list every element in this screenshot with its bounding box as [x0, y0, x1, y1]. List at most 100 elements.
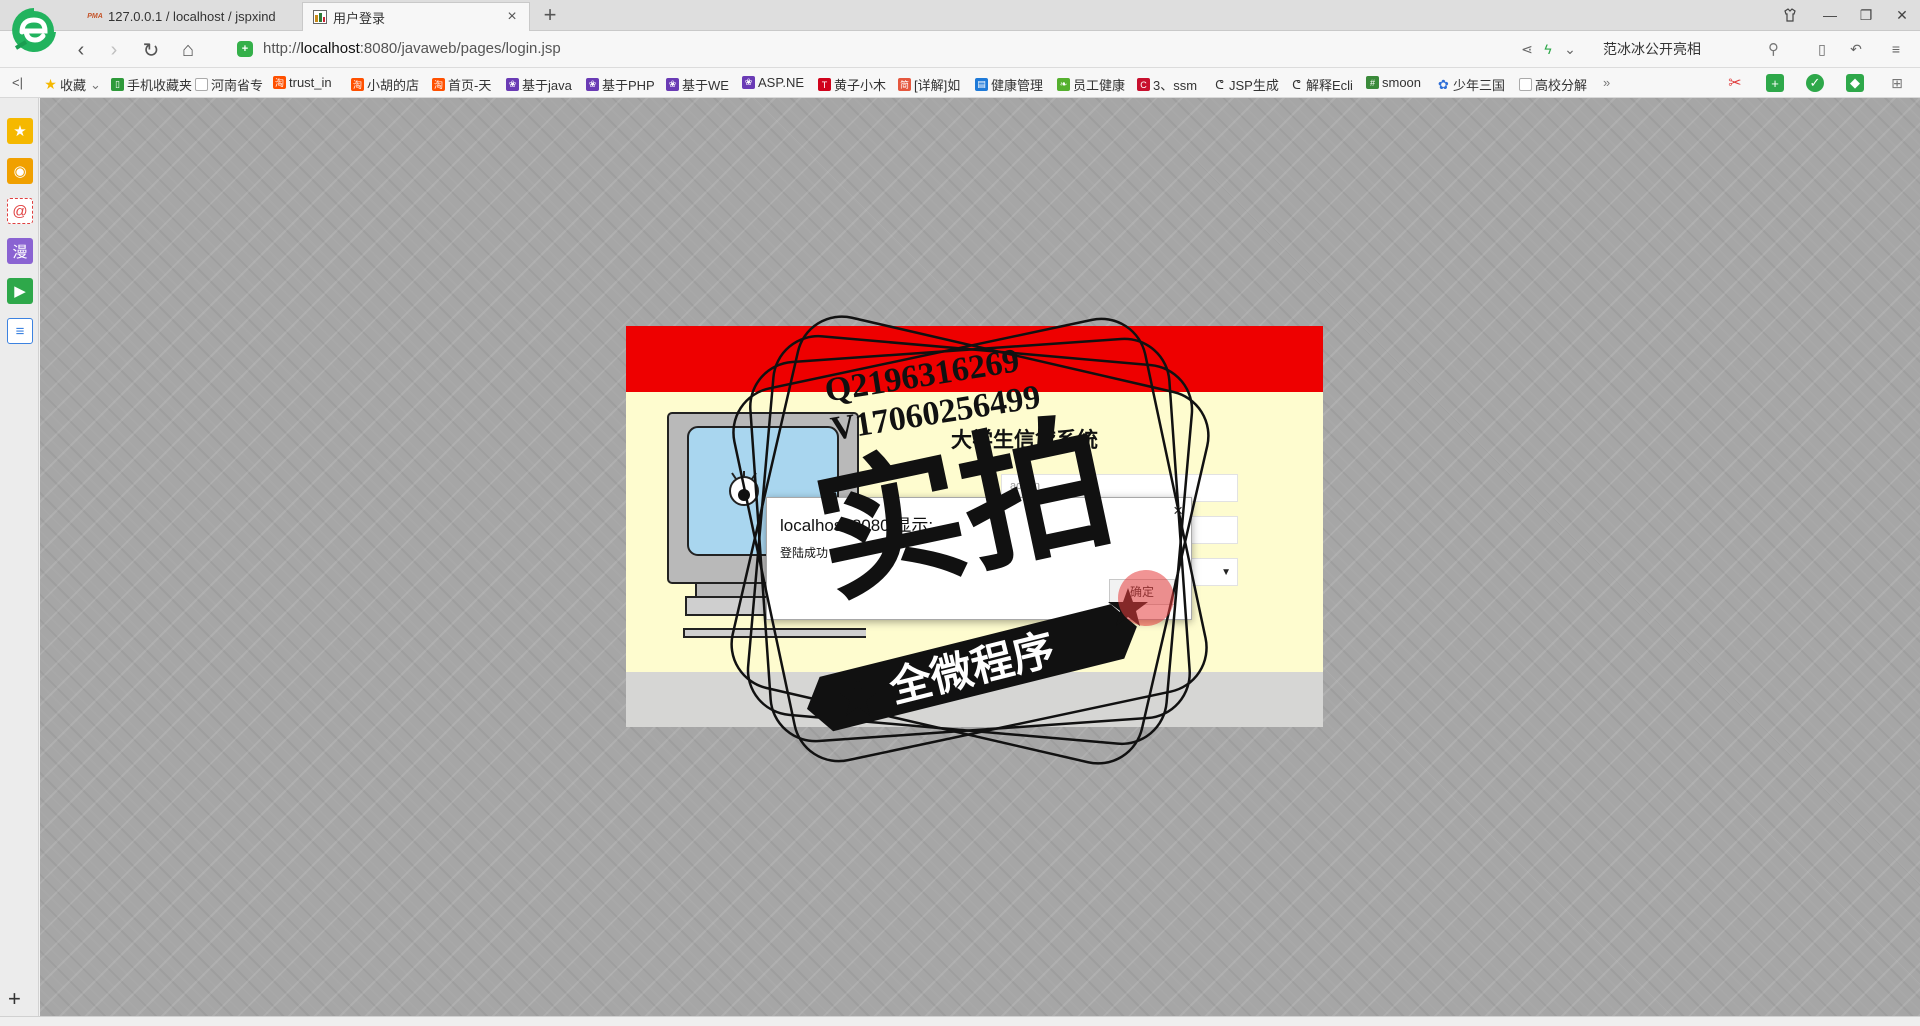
bookmark-item[interactable]: ❀ 基于PHP	[586, 75, 655, 94]
forward-button[interactable]: ›	[101, 37, 127, 63]
dialog-message: 登陆成功	[780, 546, 829, 560]
bookmarks-more-button[interactable]: »	[1603, 75, 1610, 90]
bookmarks-collapse-icon[interactable]: <|	[12, 75, 23, 90]
hook-icon: ᕦ	[1215, 77, 1224, 92]
browser-logo-icon[interactable]	[8, 4, 60, 56]
share-icon[interactable]: ⋖	[1517, 39, 1537, 59]
tab-title: 127.0.0.1 / localhost / jspxind	[108, 9, 276, 24]
close-window-button[interactable]: ✕	[1888, 4, 1916, 26]
minimize-button[interactable]: —	[1816, 4, 1844, 26]
user-login-icon	[313, 10, 327, 24]
weibo-icon[interactable]: ◉	[7, 158, 33, 184]
bookmark-item[interactable]: ᕦ 解释Ecli	[1290, 75, 1353, 94]
url-path: :8080/javaweb/pages/login.jsp	[359, 40, 561, 57]
navigation-bar: ‹ › ↻ ⌂ + http://localhost:8080/javaweb/…	[0, 31, 1920, 68]
shield-check-icon[interactable]: ✓	[1806, 74, 1824, 92]
page-icon	[195, 78, 208, 91]
chevron-down-icon[interactable]: ⌄	[1560, 39, 1580, 59]
search-input[interactable]: 范冰冰公开亮相	[1595, 37, 1785, 62]
bookmark-item[interactable]: ❧ 员工健康	[1057, 75, 1125, 94]
menu-icon[interactable]: ≡	[1886, 39, 1906, 59]
dialog-ok-button[interactable]: 确定	[1109, 579, 1175, 605]
bookmark-label: trust_in	[289, 75, 332, 90]
bookmark-item[interactable]: 简 [详解]如	[898, 75, 960, 94]
close-tab-icon[interactable]: ×	[505, 8, 519, 26]
page-icon: 简	[898, 78, 911, 91]
lightning-icon[interactable]: ϟ	[1538, 39, 1558, 59]
bookmark-label: smoon	[1382, 75, 1422, 90]
bookmark-item[interactable]: ★ 收藏 ⌄	[44, 75, 101, 94]
video-icon[interactable]: ▶	[7, 278, 33, 304]
tab-title: 用户登录	[333, 10, 386, 26]
t-icon: T	[818, 78, 831, 91]
bookmark-label: 员工健康	[1073, 78, 1126, 93]
restore-button[interactable]: ❐	[1852, 4, 1880, 26]
app-icon: ▤	[975, 78, 988, 91]
bookmark-label: 黄子小木	[834, 78, 887, 93]
favorites-icon[interactable]: ★	[7, 118, 33, 144]
site-icon: ❀	[586, 78, 599, 91]
notes-icon[interactable]: ≡	[7, 318, 33, 344]
taobao-icon: 淘	[432, 78, 445, 91]
bookmark-item[interactable]: ▤ 健康管理	[975, 75, 1043, 94]
comic-icon[interactable]: 漫	[7, 238, 33, 264]
mesh-icon: #	[1366, 76, 1379, 89]
bookmark-item[interactable]: T 黄子小木	[818, 75, 886, 94]
extension-icon[interactable]: +	[1766, 74, 1784, 92]
security-shield-icon[interactable]: +	[237, 41, 253, 57]
login-footer	[626, 672, 1323, 727]
bookmark-item[interactable]: 高校分解	[1519, 75, 1587, 94]
alert-dialog: localhost:8080 显示: 登陆成功 × 确定	[766, 497, 1192, 620]
sidebar-add-button[interactable]: +	[8, 986, 21, 1012]
bookmark-label: JSP生成	[1229, 78, 1279, 93]
c-icon: C	[1137, 78, 1150, 91]
bookmark-item[interactable]: # smoon	[1366, 75, 1421, 90]
search-icon[interactable]: ⚲	[1768, 40, 1779, 58]
bookmark-label: 首页-天	[448, 78, 492, 93]
bookmark-item[interactable]: 河南省专	[195, 75, 263, 94]
dialog-close-icon[interactable]: ×	[1173, 501, 1183, 521]
bookmark-item[interactable]: ❀ ASP.NE	[742, 75, 804, 90]
bookmark-label: 健康管理	[991, 78, 1044, 93]
back-button[interactable]: ‹	[68, 37, 94, 63]
tab-user-login[interactable]: 用户登录 ×	[302, 2, 530, 31]
scissors-icon[interactable]: ✂	[1726, 74, 1744, 92]
bookmark-label: 手机收藏夹	[127, 78, 193, 93]
skin-icon[interactable]	[1776, 4, 1804, 26]
tab-phpmyadmin[interactable]: PMA 127.0.0.1 / localhost / jspxind	[78, 2, 300, 31]
bookmark-item[interactable]: ❀ 基于java	[506, 75, 572, 94]
sidebar: ★ ◉ @ 漫 ▶ ≡ +	[0, 98, 39, 1016]
address-input[interactable]: http://localhost:8080/javaweb/pages/logi…	[263, 40, 561, 57]
reload-button[interactable]: ↻	[138, 37, 164, 63]
bookmark-item[interactable]: 淘小胡的店	[351, 75, 419, 94]
paw-icon: ✿	[1438, 76, 1449, 92]
dialog-title: localhost:8080 显示:	[780, 516, 934, 535]
mobile-icon[interactable]: ▯	[1812, 39, 1832, 59]
bookmark-label: 河南省专	[211, 78, 264, 93]
bookmark-item[interactable]: ✿ 少年三国	[1437, 75, 1505, 94]
bookmark-label: 基于WE	[682, 78, 729, 93]
url-scheme: http://	[263, 40, 301, 57]
bookmark-label: 高校分解	[1535, 78, 1588, 93]
page-icon	[1519, 78, 1532, 91]
bookmark-label: 收藏	[60, 78, 87, 93]
bookmark-item[interactable]: 淘 trust_in	[273, 75, 332, 90]
taobao-icon: 淘	[351, 78, 364, 91]
grid-menu-icon[interactable]: ⊞	[1888, 74, 1906, 92]
bookmark-item[interactable]: ᕦ JSP生成	[1213, 75, 1279, 94]
star-icon: ★	[44, 76, 57, 92]
bookmark-item[interactable]: ▯ 手机收藏夹	[111, 75, 192, 94]
site-icon: ❀	[742, 76, 755, 89]
phone-icon: ▯	[111, 78, 124, 91]
status-bar	[0, 1016, 1920, 1026]
bookmark-item[interactable]: C 3、ssm	[1137, 75, 1197, 94]
undo-icon[interactable]: ↶	[1846, 39, 1866, 59]
bookmark-item[interactable]: ❀ 基于WE	[666, 75, 729, 94]
bookmark-item[interactable]: 淘首页-天	[432, 75, 491, 94]
mail-icon[interactable]: @	[7, 198, 33, 224]
leaf-icon: ❧	[1057, 78, 1070, 91]
game-icon[interactable]: ◆	[1846, 74, 1864, 92]
home-button[interactable]: ⌂	[175, 37, 201, 63]
hook-icon: ᕦ	[1292, 77, 1301, 92]
new-tab-button[interactable]: +	[540, 3, 560, 27]
